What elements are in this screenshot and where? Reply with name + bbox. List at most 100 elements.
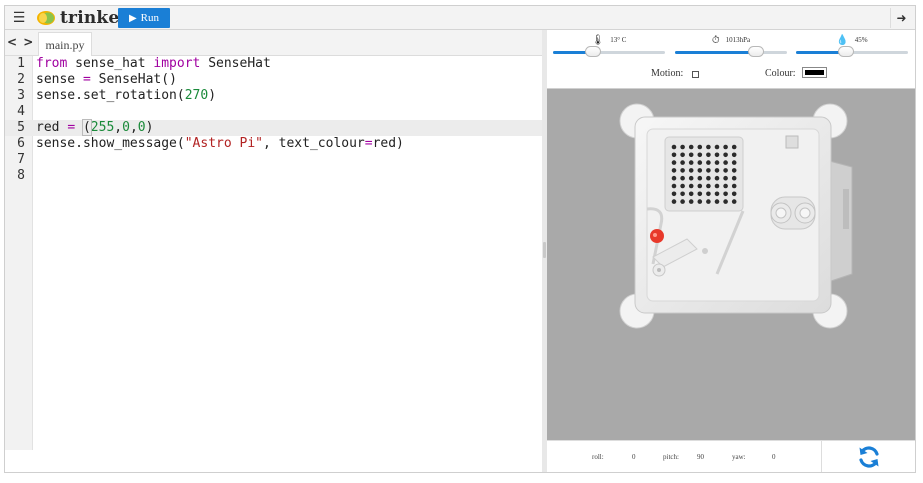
led-pixel	[723, 191, 728, 197]
temperature-value: 13° C	[610, 36, 627, 44]
led-pixel	[688, 175, 694, 181]
pitch-value: 90	[697, 453, 704, 461]
code-toggle-icon[interactable]: < >	[7, 35, 34, 49]
code-editor-pane: < > main.py 1 from sense_hat import Sense…	[5, 30, 542, 450]
led-pixel	[706, 160, 711, 165]
led-pixel	[671, 152, 677, 158]
code-line[interactable]: 6 sense.show_message("Astro Pi", text_col…	[5, 136, 542, 152]
led-pixel	[706, 144, 711, 150]
line-number: 1	[17, 56, 25, 71]
led-pixel	[723, 144, 728, 150]
code-area[interactable]: 1 from sense_hat import SenseHat 2 sense = …	[5, 56, 542, 184]
led-pixel	[714, 191, 720, 197]
led-pixel	[706, 191, 711, 197]
tab-main-py[interactable]: main.py	[38, 32, 92, 56]
splitter-grip-icon[interactable]	[543, 242, 546, 258]
led-pixel	[671, 168, 677, 173]
led-pixel	[706, 199, 711, 204]
led-pixel	[688, 152, 694, 158]
file-tab-bar: < > main.py	[5, 30, 542, 56]
led-pixel	[731, 183, 737, 189]
trinket-logo[interactable]: trinket	[36, 8, 127, 28]
trinket-logo-icon	[37, 11, 55, 25]
code-line[interactable]: 2 sense = SenseHat()	[5, 72, 542, 88]
code-text: sense.set_rotation(270)	[36, 88, 217, 103]
code-line[interactable]: 4	[5, 104, 542, 120]
led-pixel	[671, 175, 677, 181]
led-pixel	[706, 175, 711, 181]
colour-picker[interactable]	[802, 67, 827, 78]
line-number: 7	[17, 152, 25, 167]
led-pixel	[688, 160, 694, 165]
pressure-slider[interactable]: ⏱ 1013hPa	[675, 34, 787, 58]
led-pixel	[731, 191, 737, 197]
led-pixel	[680, 144, 685, 150]
sense-hat-emulator[interactable]	[547, 88, 915, 440]
line-number: 2	[17, 72, 25, 87]
code-text: sense.show_message("Astro Pi", text_colo…	[36, 136, 404, 151]
slider-handle[interactable]	[838, 46, 855, 57]
temperature-slider[interactable]: 🌡 13° C	[553, 34, 665, 58]
code-line[interactable]: 1 from sense_hat import SenseHat	[5, 56, 542, 72]
refresh-icon	[858, 446, 879, 468]
yaw-label: yaw:	[732, 453, 746, 461]
led-pixel	[706, 168, 711, 173]
led-pixel	[688, 168, 694, 173]
code-line[interactable]: 5 red = (255,0,0)	[5, 119, 542, 136]
led-pixel	[697, 199, 703, 204]
code-line[interactable]: 8	[5, 168, 542, 184]
sign-in-icon[interactable]: ➜	[890, 8, 912, 28]
motion-checkbox[interactable]	[692, 71, 699, 78]
slider-track[interactable]	[675, 46, 787, 57]
slider-handle[interactable]	[585, 46, 602, 57]
led-pixel	[731, 168, 737, 173]
led-pixel	[671, 183, 677, 189]
water-drop-icon: 💧	[836, 35, 849, 46]
sensor-controls: 🌡 13° C ⏱ 1013hPa 💧 45% Motion: Colour:	[547, 30, 915, 88]
hamburger-menu-icon[interactable]: ☰	[9, 8, 29, 28]
led-pixel	[697, 183, 703, 189]
slider-fill	[675, 51, 756, 54]
line-number: 5	[17, 120, 25, 135]
led-pixel	[723, 199, 728, 204]
top-toolbar: ☰ trinket ▶ Run ➜	[5, 6, 915, 30]
led-pixel	[714, 152, 720, 158]
led-pixel	[688, 199, 694, 204]
refresh-button[interactable]	[821, 441, 915, 472]
led-pixel	[731, 152, 737, 158]
line-number: 8	[17, 168, 25, 183]
slider-track[interactable]	[796, 46, 908, 57]
colour-swatch	[805, 70, 824, 75]
colour-label: Colour:	[765, 68, 796, 79]
trinket-window: ☰ trinket ▶ Run ➜ < > main.py 1 from sense…	[4, 5, 916, 473]
led-pixel	[671, 160, 677, 165]
code-line[interactable]: 7	[5, 152, 542, 168]
code-line[interactable]: 3 sense.set_rotation(270)	[5, 88, 542, 104]
humidity-value: 45%	[854, 36, 868, 44]
humidity-slider[interactable]: 💧 45%	[796, 34, 908, 58]
output-pane: 🌡 13° C ⏱ 1013hPa 💧 45% Motion: Colour:	[547, 30, 915, 472]
run-button[interactable]: ▶ Run	[118, 8, 170, 28]
motion-label: Motion:	[651, 68, 684, 79]
led-pixel	[680, 175, 685, 181]
led-pixel	[671, 144, 677, 150]
led-pixel	[723, 183, 728, 189]
roll-value: 0	[632, 453, 636, 461]
slider-track[interactable]	[553, 46, 665, 57]
led-pixel	[723, 160, 728, 165]
pressure-value: 1013hPa	[725, 36, 751, 44]
pitch-label: pitch:	[663, 453, 679, 461]
slider-handle[interactable]	[747, 46, 764, 57]
led-pixel	[697, 175, 703, 181]
led-pixel	[697, 191, 703, 197]
led-pixel	[714, 175, 720, 181]
led-pixel	[714, 168, 720, 173]
led-pixel	[680, 183, 685, 189]
led-pixel	[723, 168, 728, 173]
led-pixel	[697, 152, 703, 158]
led-pixel	[731, 175, 737, 181]
led-pixel	[731, 160, 737, 165]
led-pixel	[731, 199, 737, 204]
line-number: 6	[17, 136, 25, 151]
led-pixel	[731, 144, 737, 150]
